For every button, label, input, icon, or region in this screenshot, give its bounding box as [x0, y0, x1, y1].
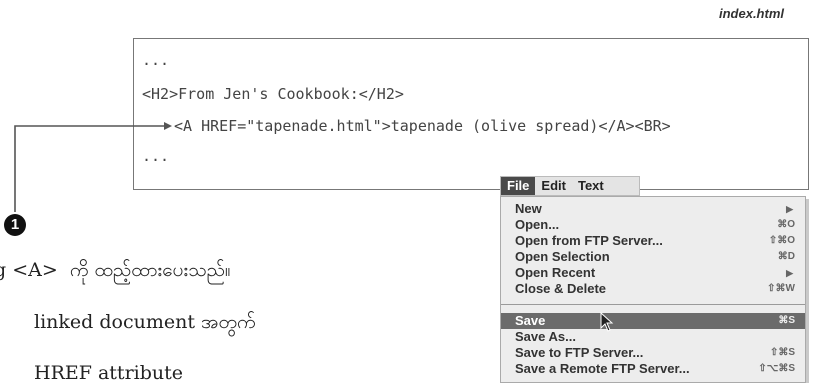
menu-shortcut: ⇧⌘S: [769, 347, 795, 358]
callout-note-line-1: g <A> ကို ထည့်ထားပေးသည်။: [0, 259, 231, 281]
menu-file[interactable]: File: [501, 177, 536, 195]
menu-item-label: Open...: [515, 217, 560, 232]
menu-item-open[interactable]: Open... ⌘O: [501, 217, 805, 233]
menu-bar: File Edit Text: [500, 176, 640, 196]
menu-item-close-delete[interactable]: Close & Delete ⇧⌘W: [501, 281, 805, 297]
menu-item-label: New: [515, 201, 542, 216]
menu-shortcut: ⌘S: [778, 315, 795, 326]
menu-item-new[interactable]: New ▶: [501, 201, 805, 217]
menu-item-label: Open Recent: [515, 265, 596, 280]
mouse-pointer-icon: [600, 312, 614, 332]
menu-item-save[interactable]: Save ⌘S: [501, 313, 805, 329]
menu-item-open-ftp[interactable]: Open from FTP Server... ⇧⌘O: [501, 233, 805, 249]
menu-shortcut: ⇧⌥⌘S: [758, 363, 795, 374]
menu-item-label: Save to FTP Server...: [515, 345, 644, 360]
callout-arrow-icon: [164, 122, 172, 130]
menu-item-save-ftp[interactable]: Save to FTP Server... ⇧⌘S: [501, 345, 805, 361]
menu-text[interactable]: Text: [572, 177, 610, 195]
menu-separator: [501, 297, 805, 305]
menu-item-open-recent[interactable]: Open Recent ▶: [501, 265, 805, 281]
menu-edit[interactable]: Edit: [535, 177, 572, 195]
menu-item-label: Save: [515, 313, 546, 328]
file-menu-dropdown: New ▶ Open... ⌘O Open from FTP Server...…: [500, 196, 806, 383]
menu-item-label: Open from FTP Server...: [515, 233, 663, 248]
menu-shortcut: ⇧⌘W: [767, 283, 795, 294]
menu-shortcut: ⌘D: [777, 251, 795, 262]
menu-item-open-selection[interactable]: Open Selection ⌘D: [501, 249, 805, 265]
menu-shortcut: ⇧⌘O: [768, 235, 795, 246]
callout-number-badge: 1: [4, 214, 26, 236]
menu-item-label: Save As...: [515, 329, 576, 344]
submenu-arrow-icon: ▶: [786, 268, 793, 278]
menu-item-save-as[interactable]: Save As...: [501, 329, 805, 345]
submenu-arrow-icon: ▶: [786, 204, 793, 214]
callout-note-line-3: HREF attribute: [34, 362, 184, 383]
callout-note-line-2: linked document အတွက်: [34, 311, 256, 333]
menu-item-label: Open Selection: [515, 249, 610, 264]
menu-item-label: Close & Delete: [515, 281, 607, 296]
menu-shortcut: ⌘O: [777, 219, 795, 230]
menu-item-save-remote[interactable]: Save a Remote FTP Server... ⇧⌥⌘S: [501, 361, 805, 377]
menu-item-label: Save a Remote FTP Server...: [515, 361, 690, 376]
